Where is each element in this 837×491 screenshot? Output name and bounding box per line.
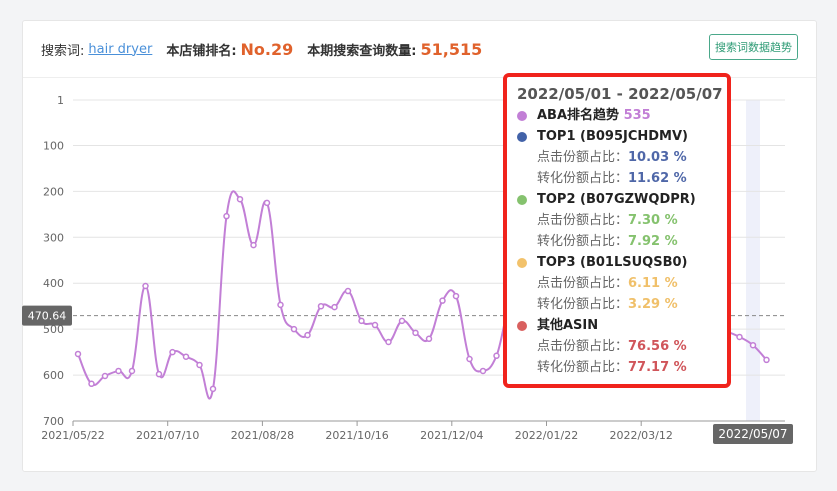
- x-tick-label: 2021/08/28: [231, 429, 294, 442]
- data-point: [209, 385, 217, 393]
- data-point: [398, 317, 406, 325]
- average-label: 470.64: [28, 310, 67, 323]
- conversion-share-row: 转化份额占比：7.92 %: [517, 231, 727, 252]
- data-point: [317, 302, 325, 310]
- data-point: [142, 282, 149, 290]
- data-point: [155, 370, 163, 378]
- x-tick-label: 2021/10/16: [325, 429, 388, 442]
- legend-dot-icon: [517, 257, 527, 268]
- data-point: [412, 329, 419, 337]
- x-tick-label: 2022/01/22: [515, 429, 578, 442]
- legend-dot-icon: [517, 110, 527, 121]
- conversion-share-label: 转化份额占比：: [537, 297, 629, 312]
- data-point: [304, 331, 311, 339]
- data-point: [385, 338, 392, 346]
- click-share-value: 76.56 %: [628, 339, 687, 354]
- click-share-row: 点击份额占比：7.30 %: [517, 210, 727, 231]
- group-name: 其他ASIN: [537, 318, 599, 333]
- legend-dot-icon: [517, 131, 527, 142]
- data-point: [101, 372, 109, 380]
- data-point: [425, 335, 433, 343]
- data-point: [371, 321, 379, 329]
- x-tick-label: 2022/03/12: [609, 429, 672, 442]
- click-share-value: 7.30 %: [628, 213, 678, 228]
- data-point: [452, 292, 460, 300]
- conversion-share-label: 转化份额占比：: [537, 360, 629, 375]
- tooltip-date: 2022/05/01 - 2022/05/07: [517, 85, 723, 103]
- data-point: [277, 301, 284, 309]
- click-share-row: 点击份额占比：6.11 %: [517, 273, 727, 294]
- conversion-share-value: 11.62 %: [628, 171, 687, 186]
- data-point: [250, 241, 257, 249]
- tooltip-group-row: TOP2 (B07GZWQDPR): [517, 189, 727, 210]
- data-point: [74, 350, 82, 358]
- tooltip-group-row: TOP1 (B095JCHDMV): [517, 126, 727, 147]
- data-point: [263, 199, 271, 207]
- conversion-share-value: 7.92 %: [628, 234, 678, 249]
- conversion-share-label: 转化份额占比：: [537, 234, 629, 249]
- y-tick-label: 600: [43, 369, 64, 382]
- conversion-share-value: 77.17 %: [628, 360, 687, 375]
- click-share-value: 10.03 %: [628, 150, 687, 165]
- x-tick-label: 2021/12/04: [420, 429, 483, 442]
- conversion-share-row: 转化份额占比：11.62 %: [517, 168, 727, 189]
- y-tick-label: 700: [43, 415, 64, 428]
- click-share-label: 点击份额占比：: [537, 213, 629, 228]
- data-point: [115, 367, 122, 375]
- tooltip-group-row: 其他ASIN: [517, 315, 727, 336]
- data-point: [358, 317, 365, 325]
- data-point: [169, 348, 176, 356]
- group-name: TOP1 (B095JCHDMV): [537, 129, 688, 144]
- data-point: [439, 297, 446, 304]
- data-point: [88, 380, 95, 388]
- y-tick-label: 300: [43, 231, 64, 244]
- aba-label: ABA排名趋势: [537, 108, 620, 123]
- legend-dot-icon: [517, 320, 527, 331]
- data-point: [466, 355, 473, 363]
- click-share-value: 6.11 %: [628, 276, 678, 291]
- data-point: [196, 361, 203, 369]
- group-name: TOP3 (B01LSUQSB0): [537, 255, 688, 270]
- y-tick-label: 1: [57, 94, 64, 107]
- click-share-label: 点击份额占比：: [537, 150, 629, 165]
- x-tick-label: 2021/05/22: [41, 429, 104, 442]
- data-point: [182, 353, 190, 360]
- group-name: TOP2 (B07GZWQDPR): [537, 192, 696, 207]
- data-point: [236, 195, 244, 203]
- data-point: [344, 287, 352, 295]
- data-point: [290, 325, 298, 333]
- y-tick-label: 100: [43, 139, 64, 152]
- tooltip-group-row: TOP3 (B01LSUQSB0): [517, 252, 727, 273]
- data-point: [749, 341, 757, 349]
- click-share-label: 点击份额占比：: [537, 276, 629, 291]
- data-point: [128, 367, 136, 375]
- click-share-row: 点击份额占比：76.56 %: [517, 336, 727, 357]
- aba-value: 535: [623, 108, 651, 123]
- y-tick-label: 200: [43, 185, 64, 198]
- data-point: [331, 303, 338, 311]
- click-share-row: 点击份额占比：10.03 %: [517, 147, 727, 168]
- conversion-share-value: 3.29 %: [628, 297, 678, 312]
- y-tick-label: 400: [43, 277, 64, 290]
- conversion-share-row: 转化份额占比：77.17 %: [517, 357, 727, 378]
- highlight-band: [746, 100, 760, 421]
- data-point: [223, 212, 230, 220]
- highlight-x-label: 2022/05/07: [718, 427, 787, 441]
- data-point: [493, 352, 500, 360]
- data-point: [763, 356, 770, 364]
- x-tick-label: 2021/07/10: [136, 429, 199, 442]
- chart-tooltip: 2022/05/01 - 2022/05/07 ABA排名趋势 535 TOP1…: [503, 73, 731, 388]
- legend-dot-icon: [517, 194, 527, 205]
- data-point: [479, 367, 487, 375]
- tooltip-aba-row: ABA排名趋势 535: [517, 105, 727, 126]
- conversion-share-row: 转化份额占比：3.29 %: [517, 294, 727, 315]
- click-share-label: 点击份额占比：: [537, 339, 629, 354]
- conversion-share-label: 转化份额占比：: [537, 171, 629, 186]
- data-point: [736, 333, 743, 341]
